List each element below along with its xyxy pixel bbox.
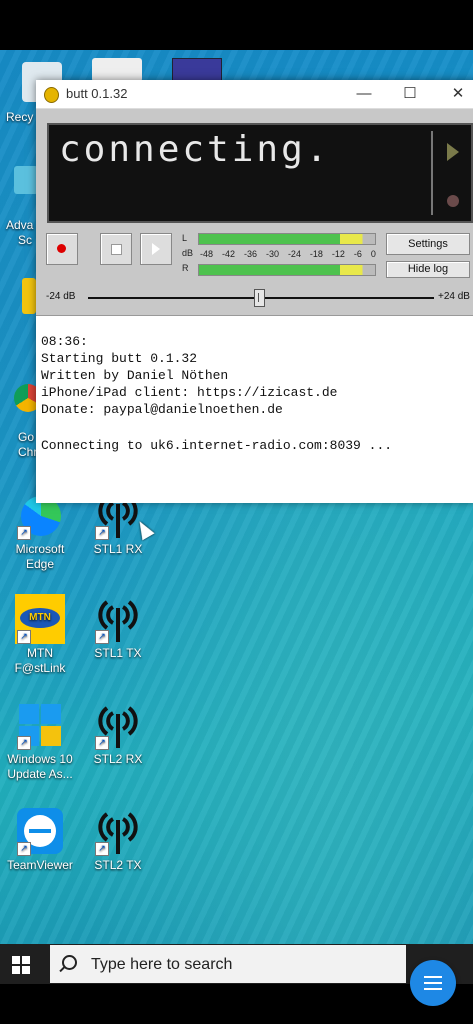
menu-fab-button[interactable] — [410, 960, 456, 1006]
butt-window: butt 0.1.32 — ☐ ✕ connecting. L dB R -48 — [36, 80, 473, 503]
vu-tick: -36 — [243, 249, 257, 259]
taskbar-search-box[interactable]: Type here to search — [50, 945, 406, 983]
vu-db-label: dB — [182, 248, 194, 258]
lcd-display: connecting. — [47, 123, 473, 223]
vu-left-label: L — [182, 233, 188, 243]
stl1-tx-label: STL1 TX — [94, 646, 142, 660]
log-line: Written by Daniel Nöthen — [41, 368, 229, 383]
stl1-rx-label: STL1 RX — [93, 542, 143, 556]
vu-tick: 0 — [370, 249, 376, 259]
chrome-label-2: Chr — [18, 445, 38, 459]
app-icon-partial[interactable] — [22, 278, 36, 314]
windows-update-shortcut[interactable]: ↗ Windows 10 Update As... — [0, 700, 80, 782]
hide-log-button[interactable]: Hide log — [386, 261, 470, 278]
vu-right-label: R — [182, 263, 189, 273]
vu-tick: -30 — [265, 249, 279, 259]
play-icon — [152, 243, 160, 255]
vu-tick: -24 — [287, 249, 301, 259]
control-panel: connecting. L dB R -48 -42 -36 -30 -24 -… — [36, 109, 473, 315]
minimize-button[interactable]: — — [346, 82, 382, 106]
antenna-icon: ↗ — [93, 594, 143, 644]
shortcut-arrow-icon: ↗ — [17, 630, 31, 644]
vu-tick: -12 — [331, 249, 345, 259]
vu-left-bar — [198, 233, 376, 245]
shortcut-arrow-icon: ↗ — [95, 736, 109, 750]
title-bar[interactable]: butt 0.1.32 — ☐ ✕ — [36, 80, 473, 109]
play-button[interactable] — [140, 233, 172, 265]
advanced-label-2: Sc — [18, 233, 33, 247]
chrome-label: Go — [18, 430, 35, 444]
menu-icon-bar — [424, 982, 442, 984]
teamviewer-shortcut[interactable]: ↗ TeamViewer — [0, 806, 80, 873]
shortcut-arrow-icon: ↗ — [17, 736, 31, 750]
close-button[interactable]: ✕ — [440, 82, 473, 106]
teamviewer-label: TeamViewer — [7, 858, 73, 872]
stl2-rx-shortcut[interactable]: ↗ STL2 RX — [78, 700, 158, 767]
log-line: 08:36: — [41, 334, 88, 349]
settings-button[interactable]: Settings — [386, 233, 470, 255]
mtn-label: MTN F@stLink — [14, 646, 66, 675]
log-line: iPhone/iPad client: https://izicast.de — [41, 385, 338, 400]
lcd-status-text: connecting. — [59, 129, 331, 170]
recycle-bin-label: Recy — [6, 110, 34, 124]
maximize-button[interactable]: ☐ — [392, 82, 428, 106]
lcd-divider — [431, 131, 433, 215]
search-icon — [62, 955, 77, 970]
shortcut-arrow-icon: ↗ — [17, 842, 31, 856]
windows-update-icon: ↗ — [15, 700, 65, 750]
edge-label: Microsoft Edge — [15, 542, 65, 571]
antenna-icon: ↗ — [93, 700, 143, 750]
shortcut-arrow-icon: ↗ — [95, 526, 109, 540]
advanced-scanner-icon[interactable] — [14, 166, 38, 194]
gain-max-label: +24 dB — [438, 291, 470, 302]
stl2-tx-label: STL2 TX — [94, 858, 142, 872]
menu-icon-bar — [424, 988, 442, 990]
vu-tick: -6 — [353, 249, 362, 259]
windows-start-icon[interactable] — [12, 956, 30, 974]
stop-button[interactable] — [100, 233, 132, 265]
mtn-icon: MTN ↗ — [15, 594, 65, 644]
shortcut-arrow-icon: ↗ — [95, 842, 109, 856]
menu-icon — [424, 976, 442, 978]
record-button[interactable] — [46, 233, 78, 265]
lcd-play-indicator-icon — [447, 143, 459, 161]
record-icon — [57, 244, 66, 253]
log-line: Donate: paypal@danielnoethen.de — [41, 402, 283, 417]
butt-app-icon — [44, 87, 59, 103]
teamviewer-icon: ↗ — [15, 806, 65, 856]
log-line: Connecting to uk6.internet-radio.com:803… — [41, 438, 393, 453]
vu-right-bar — [198, 264, 376, 276]
antenna-icon: ↗ — [93, 806, 143, 856]
stl1-tx-shortcut[interactable]: ↗ STL1 TX — [78, 594, 158, 661]
mtn-shortcut[interactable]: MTN ↗ MTN F@stLink — [0, 594, 80, 676]
vu-tick: -42 — [221, 249, 235, 259]
vu-meter: L dB R -48 -42 -36 -30 -24 -18 -12 -6 0 — [182, 233, 378, 277]
speaker-icon[interactable] — [92, 58, 142, 82]
gain-slider-thumb[interactable] — [254, 289, 265, 307]
windows-update-label: Windows 10 Update As... — [7, 752, 73, 781]
log-line: Starting butt 0.1.32 — [41, 351, 198, 366]
taskbar: Type here to search — [0, 944, 473, 984]
shortcut-arrow-icon: ↗ — [17, 526, 31, 540]
window-title: butt 0.1.32 — [66, 86, 128, 101]
advanced-label: Adva — [6, 218, 34, 232]
shortcut-arrow-icon: ↗ — [95, 630, 109, 644]
gain-min-label: -24 dB — [46, 291, 76, 302]
stop-icon — [111, 244, 122, 255]
lcd-record-indicator-icon — [447, 195, 459, 207]
search-placeholder: Type here to search — [91, 956, 233, 973]
stl2-tx-shortcut[interactable]: ↗ STL2 TX — [78, 806, 158, 873]
vu-tick: -18 — [309, 249, 323, 259]
stl2-rx-label: STL2 RX — [93, 752, 143, 766]
gain-slider-row: -24 dB +24 dB — [36, 287, 473, 309]
vu-scale: -48 -42 -36 -30 -24 -18 -12 -6 0 — [200, 249, 376, 261]
log-panel[interactable]: 08:36: Starting butt 0.1.32 Written by D… — [36, 315, 473, 503]
vu-tick: -48 — [200, 249, 214, 259]
